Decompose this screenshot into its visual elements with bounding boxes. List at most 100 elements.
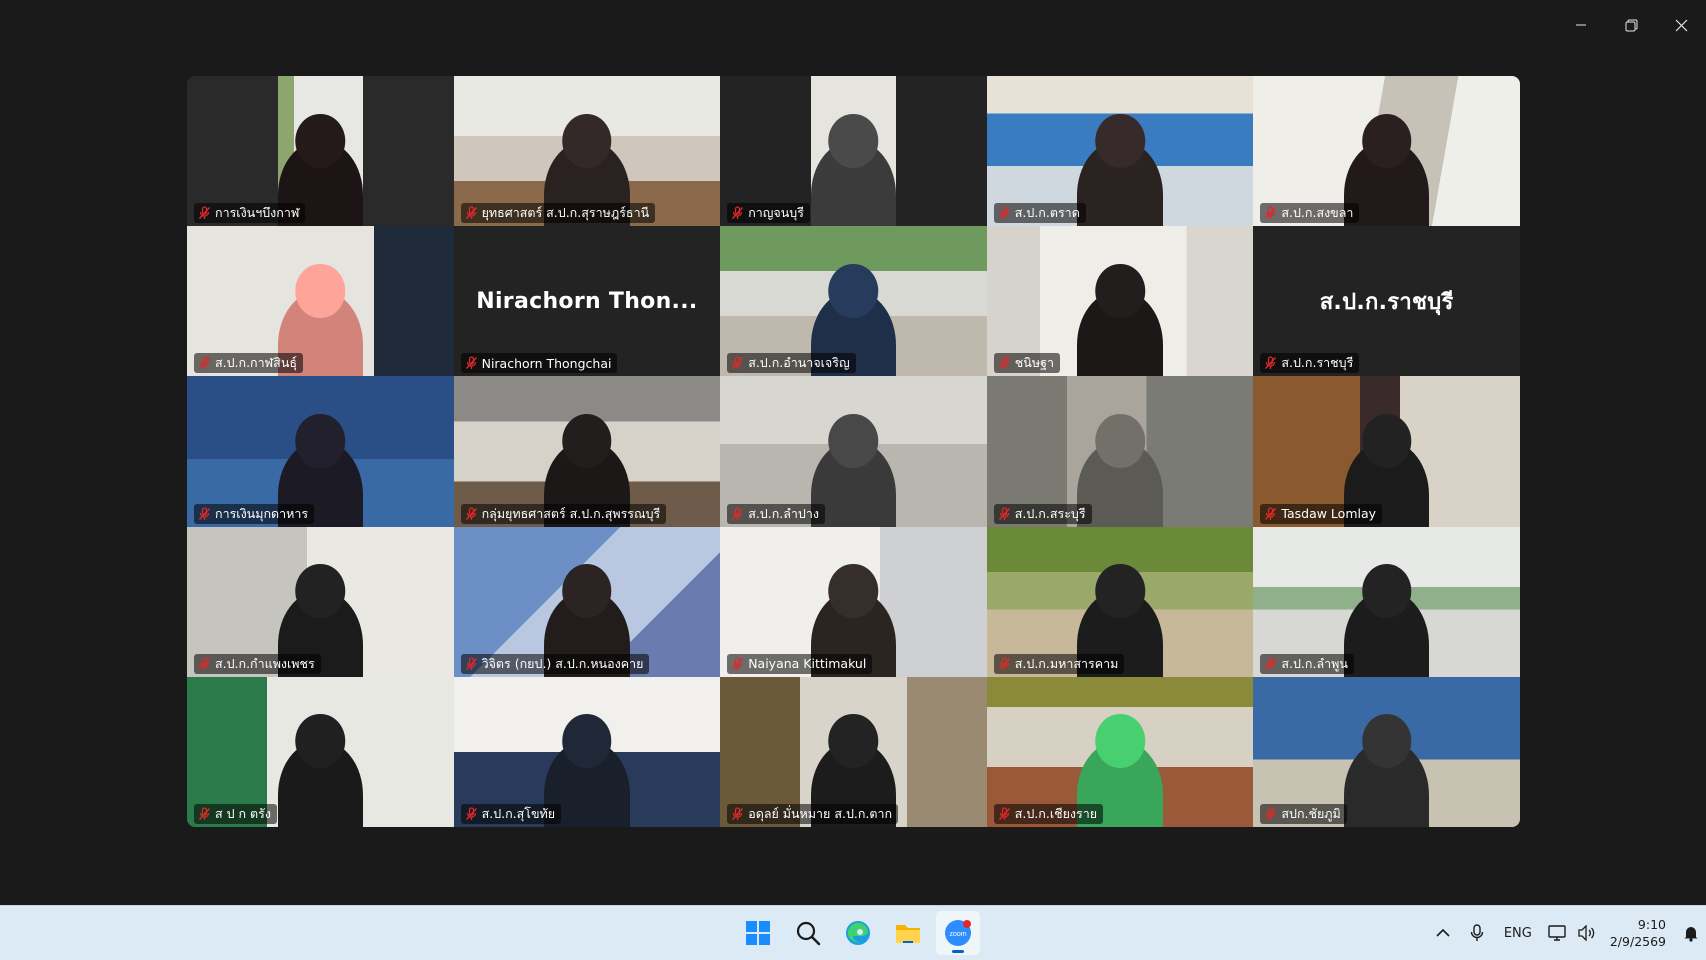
- muted-microphone-icon: [1264, 206, 1277, 220]
- zoom-button[interactable]: zoom: [936, 911, 980, 955]
- active-app-indicator: [952, 950, 964, 953]
- network-monitor-icon: [1548, 925, 1566, 941]
- participant-name: ส.ป.ก.มหาสารคาม: [1014, 655, 1119, 671]
- participant-name-label: อดุลย์ มั่นหมาย ส.ป.ก.ตาก: [727, 803, 899, 824]
- participant-tile[interactable]: ส.ป.ก.สระบุรี: [986, 376, 1254, 527]
- participant-name: ชนิษฐา: [1014, 355, 1054, 371]
- participant-name: ส.ป.ก.สระบุรี: [1014, 505, 1086, 521]
- notifications-button[interactable]: [1676, 906, 1706, 960]
- participant-name: Tasdaw Lomlay: [1281, 506, 1377, 522]
- participant-name-label: ส.ป.ก.สุโขทัย: [460, 803, 562, 824]
- participant-tile[interactable]: ส.ป.ก.ลำพูน: [1253, 526, 1520, 677]
- participant-name: ส.ป.ก.ราชบุรี: [1281, 355, 1354, 371]
- search-button[interactable]: [786, 911, 830, 955]
- edge-button[interactable]: [836, 911, 880, 955]
- participant-tile[interactable]: การเงินฯบึงกาฬ: [187, 76, 454, 227]
- microphone-icon: [1470, 924, 1484, 941]
- muted-microphone-icon: [198, 657, 211, 671]
- participant-tile[interactable]: ส ป ก ตรัง: [187, 676, 454, 827]
- muted-microphone-icon: [998, 206, 1011, 220]
- participant-tile[interactable]: ส.ป.ก.ตราด: [986, 76, 1254, 227]
- participant-name: ส.ป.ก.ลำพูน: [1281, 655, 1348, 671]
- speaker-icon: [1578, 925, 1595, 941]
- participant-tile[interactable]: Tasdaw Lomlay: [1253, 376, 1520, 527]
- microphone-button[interactable]: [1460, 906, 1494, 960]
- participant-name-label: ชนิษฐา: [993, 353, 1060, 374]
- show-hidden-icons-button[interactable]: [1426, 906, 1460, 960]
- muted-microphone-icon: [998, 807, 1011, 821]
- participant-tile[interactable]: ส.ป.ก.กำแพงเพชร: [187, 526, 454, 677]
- participant-tile[interactable]: อดุลย์ มั่นหมาย ส.ป.ก.ตาก: [720, 676, 987, 827]
- svg-text:zoom: zoom: [949, 931, 966, 938]
- participant-tile[interactable]: ส.ป.ก.เชียงราย: [986, 676, 1254, 827]
- participant-tile[interactable]: ส.ป.ก.สงขลา: [1253, 76, 1520, 227]
- muted-microphone-icon: [465, 657, 478, 671]
- participant-name-label: ส.ป.ก.สระบุรี: [993, 503, 1092, 524]
- network-button[interactable]: [1542, 906, 1572, 960]
- participant-name: ส.ป.ก.กำแพงเพชร: [215, 655, 315, 671]
- participant-tile[interactable]: ยุทธศาสตร์ ส.ป.ก.สุราษฎร์ธานี: [453, 76, 721, 227]
- participant-tile[interactable]: ส.ป.ก.ลำปาง: [720, 376, 987, 527]
- participant-tile[interactable]: กาญจนบุรี: [720, 76, 987, 227]
- muted-microphone-icon: [198, 807, 211, 821]
- muted-microphone-icon: [465, 807, 478, 821]
- muted-microphone-icon: [1264, 807, 1277, 821]
- participant-name-label: สปก.ชัยภูมิ: [1260, 803, 1347, 824]
- participant-tile[interactable]: ส.ป.ก.ราชบุรี ส.ป.ก.ราชบุรี: [1253, 226, 1520, 377]
- participant-name-label: ส.ป.ก.เชียงราย: [993, 803, 1104, 824]
- participant-name-label: กาญจนบุรี: [727, 203, 810, 224]
- participant-name-label: ส.ป.ก.ราชบุรี: [1260, 353, 1360, 374]
- participant-name-label: วิจิตร (กยป.) ส.ป.ก.หนองคาย: [460, 653, 650, 674]
- muted-microphone-icon: [198, 356, 211, 370]
- chevron-up-icon: [1436, 928, 1450, 937]
- participant-name: ส.ป.ก.สงขลา: [1281, 205, 1354, 221]
- restore-icon: [1625, 19, 1637, 31]
- participant-tile[interactable]: การเงินมุกดาหาร: [187, 376, 454, 527]
- restore-button[interactable]: [1606, 0, 1656, 50]
- participant-tile[interactable]: วิจิตร (กยป.) ส.ป.ก.หนองคาย: [453, 526, 721, 677]
- participant-name: อดุลย์ มั่นหมาย ส.ป.ก.ตาก: [748, 805, 893, 821]
- participant-tile[interactable]: ส.ป.ก.กาฬสินธุ์: [187, 226, 454, 377]
- muted-microphone-icon: [998, 356, 1011, 370]
- participant-name: ส.ป.ก.อำนาจเจริญ: [748, 355, 850, 371]
- participant-tile[interactable]: สปก.ชัยภูมิ: [1253, 676, 1520, 827]
- file-explorer-button[interactable]: [886, 911, 930, 955]
- participant-tile[interactable]: ส.ป.ก.สุโขทัย: [453, 676, 721, 827]
- language-indicator[interactable]: ENG: [1494, 906, 1542, 960]
- video-gallery: การเงินฯบึงกาฬ ยุทธศาสตร์ ส.ป.ก.สุราษฎร์ธ…: [187, 76, 1520, 827]
- participant-name-label: ยุทธศาสตร์ ส.ป.ก.สุราษฎร์ธานี: [460, 203, 656, 224]
- start-button[interactable]: [736, 911, 780, 955]
- taskbar: zoom ENG 9:10 2/9/2569: [0, 905, 1706, 960]
- participant-name-label: ส.ป.ก.ลำปาง: [727, 503, 825, 524]
- participant-tile[interactable]: ส.ป.ก.มหาสารคาม: [986, 526, 1254, 677]
- participant-name: ส.ป.ก.ลำปาง: [748, 505, 819, 521]
- muted-microphone-icon: [198, 206, 211, 220]
- muted-microphone-icon: [465, 356, 478, 370]
- participant-name: กลุ่มยุทธศาสตร์ ส.ป.ก.สุพรรณบุรี: [481, 505, 661, 521]
- muted-microphone-icon: [731, 657, 744, 671]
- search-icon: [796, 921, 821, 946]
- participant-tile[interactable]: Naiyana Kittimakul: [720, 526, 987, 677]
- zoom-app-icon: zoom: [945, 920, 971, 946]
- volume-button[interactable]: [1572, 906, 1602, 960]
- clock[interactable]: 9:10 2/9/2569: [1602, 916, 1676, 950]
- participant-name-label: ส.ป.ก.กาฬสินธุ์: [194, 353, 303, 374]
- muted-microphone-icon: [731, 506, 744, 521]
- participant-tile[interactable]: Nirachorn Thon... Nirachorn Thongchai: [453, 226, 721, 377]
- minimize-button[interactable]: [1556, 0, 1606, 50]
- muted-microphone-icon: [731, 807, 744, 821]
- participant-tile[interactable]: ส.ป.ก.อำนาจเจริญ: [720, 226, 987, 377]
- participant-name: การเงินมุกดาหาร: [215, 505, 309, 521]
- close-button[interactable]: [1656, 0, 1706, 50]
- windows-start-icon: [746, 921, 770, 945]
- clock-time: 9:10: [1637, 917, 1666, 932]
- participant-tile[interactable]: กลุ่มยุทธศาสตร์ ส.ป.ก.สุพรรณบุรี: [453, 376, 721, 527]
- participant-name: การเงินฯบึงกาฬ: [215, 205, 300, 221]
- muted-microphone-icon: [731, 356, 744, 370]
- system-tray: ENG 9:10 2/9/2569: [1426, 906, 1706, 960]
- participant-name-label: Naiyana Kittimakul: [727, 653, 873, 674]
- clock-date: 2/9/2569: [1609, 934, 1666, 949]
- participant-tile[interactable]: ชนิษฐา: [986, 226, 1254, 377]
- minimize-icon: [1576, 24, 1586, 26]
- muted-microphone-icon: [465, 206, 478, 220]
